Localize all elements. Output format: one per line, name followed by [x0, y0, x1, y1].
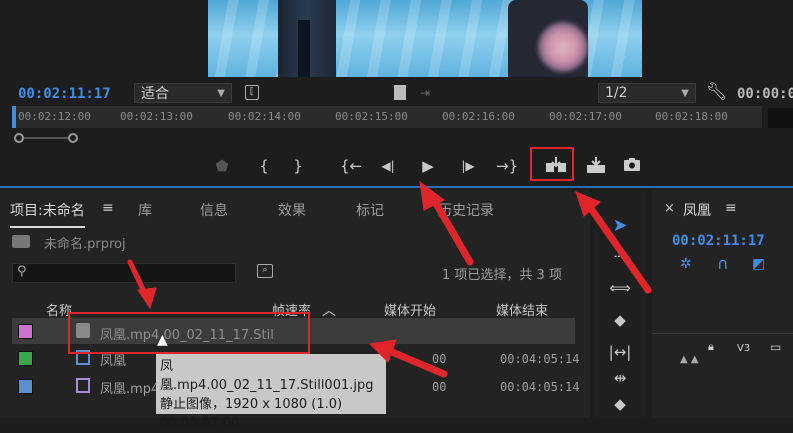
arrow-to-play: [430, 196, 474, 266]
arrow-head: [368, 339, 397, 363]
arrow-to-row-right: [388, 348, 448, 378]
arrow-head: [137, 287, 157, 310]
annotation-arrows: [127, 180, 652, 378]
arrow-to-insert: [588, 206, 652, 294]
